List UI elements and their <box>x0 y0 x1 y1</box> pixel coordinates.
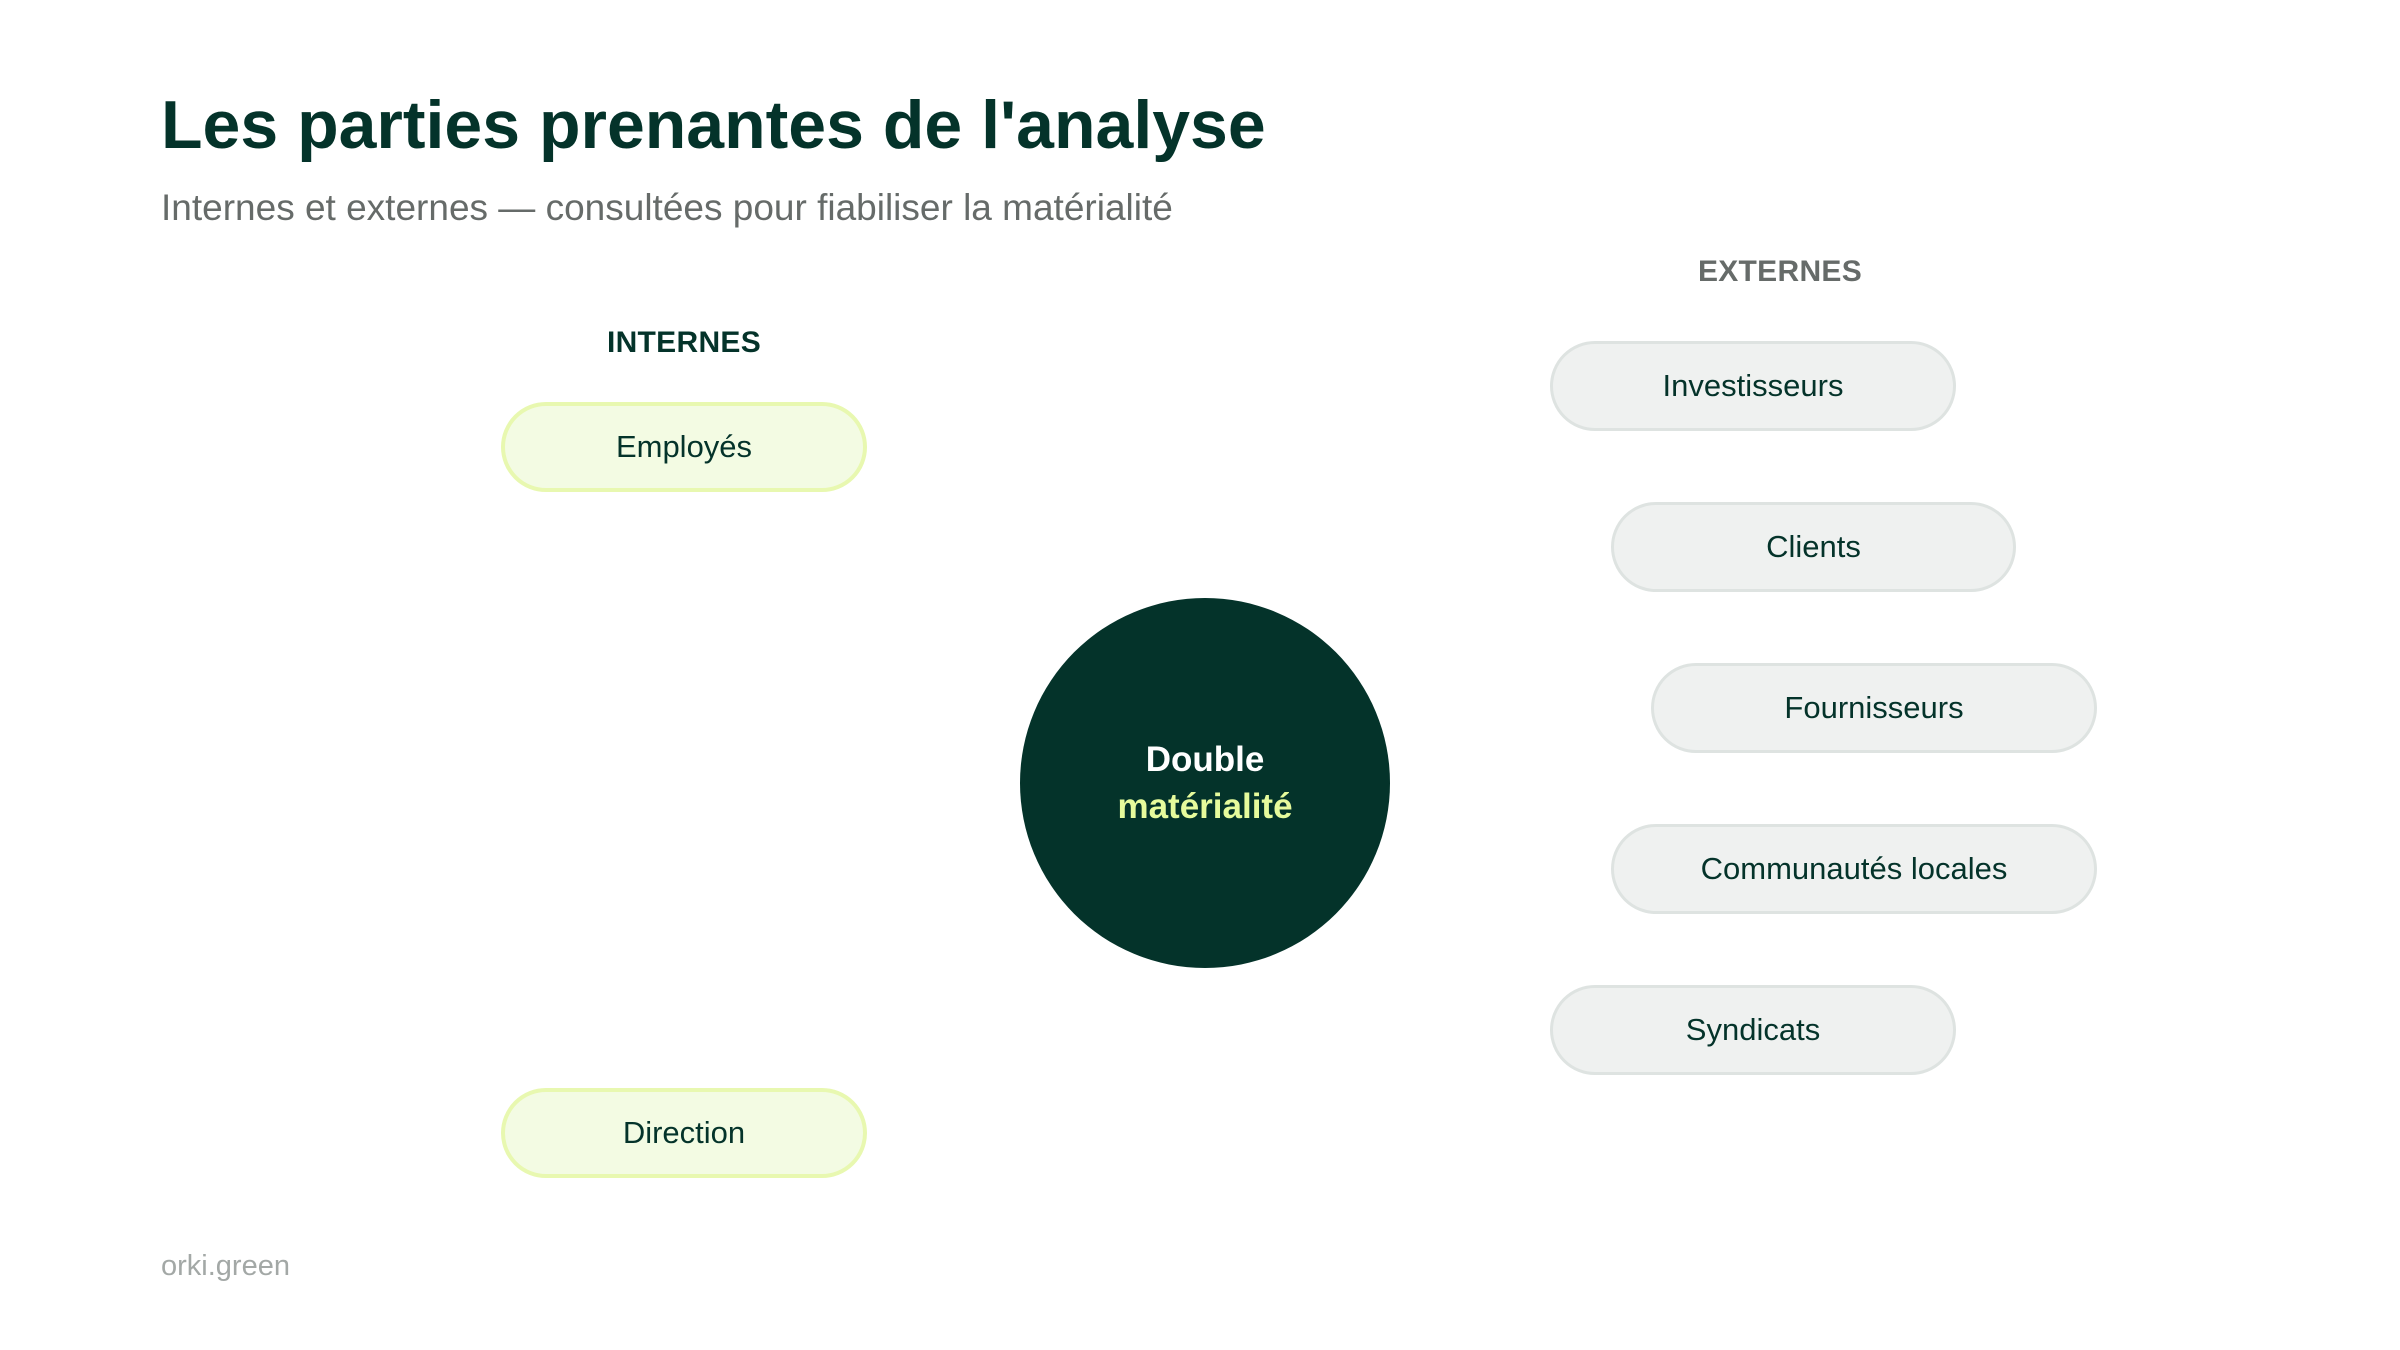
stakeholder-employes: Employés <box>501 402 867 492</box>
stakeholder-direction: Direction <box>501 1088 867 1178</box>
internal-group-label: INTERNES <box>606 326 762 359</box>
center-hub-line2: matérialité <box>1117 787 1293 826</box>
footer-brand: orki.green <box>161 1250 290 1282</box>
center-hub: Double matérialité <box>1020 598 1390 968</box>
stakeholder-investisseurs: Investisseurs <box>1550 341 1956 431</box>
stakeholder-syndicats: Syndicats <box>1550 985 1956 1075</box>
stakeholder-communautes-locales: Communautés locales <box>1611 824 2097 914</box>
slide-subtitle: Internes et externes — consultées pour f… <box>161 187 1173 228</box>
center-hub-line1: Double <box>1145 739 1265 779</box>
stakeholder-fournisseurs: Fournisseurs <box>1651 663 2097 753</box>
stakeholder-clients: Clients <box>1611 502 2016 592</box>
slide: Les parties prenantes de l'analyse Inter… <box>0 0 2400 1350</box>
slide-title: Les parties prenantes de l'analyse <box>161 87 1266 163</box>
external-group-label: EXTERNES <box>1697 255 1863 288</box>
